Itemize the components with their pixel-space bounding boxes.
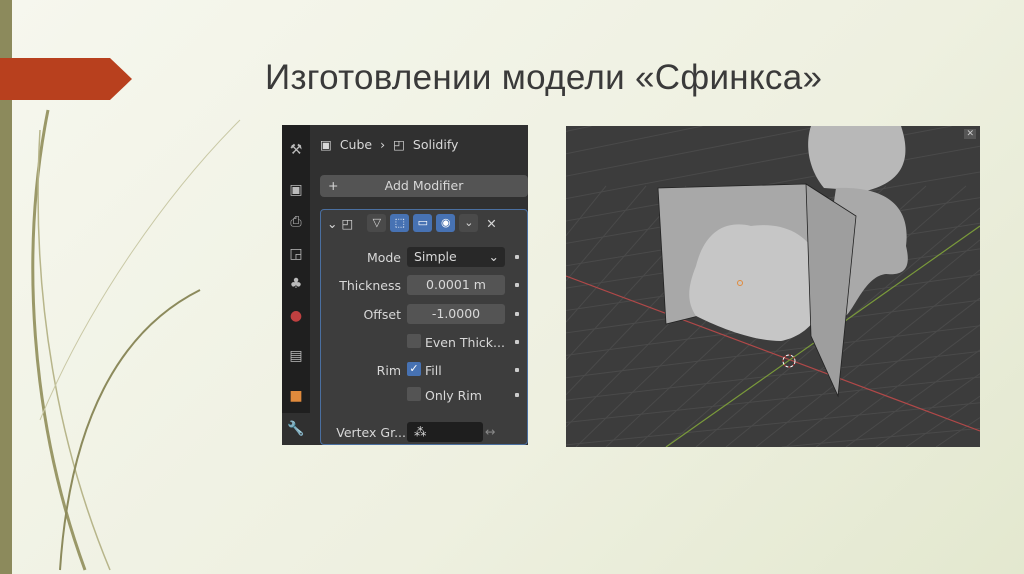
grid-line	[566, 350, 980, 401]
tool-tab-icon[interactable]: ⚒	[287, 141, 305, 159]
only-rim-label: Only Rim	[425, 388, 482, 403]
mode-row: Mode Simple ⌄	[321, 247, 527, 267]
sphinx-head	[689, 224, 825, 341]
viewport-display-icon[interactable]: ▭	[413, 214, 433, 232]
viewport-overlay-close-icon[interactable]: ✕	[964, 129, 976, 139]
edit-mode-icon[interactable]: ⬚	[390, 214, 410, 232]
blender-properties-panel: ⚒ ▣ ⎙ ◲ ♣ ● ▤ ■ 🔧 ▣ Cube › ◰ Solidify + A…	[282, 125, 528, 445]
mode-label: Mode	[366, 250, 401, 265]
render-camera-icon[interactable]: ◉	[436, 214, 456, 232]
solidify-icon: ◰	[393, 137, 405, 152]
keyframe-dot[interactable]	[515, 393, 519, 397]
keyframe-dot[interactable]	[515, 340, 519, 344]
solidify-icon: ◰	[341, 215, 354, 231]
modifier-header: ⌄ ◰ ▽ ⬚ ▭ ◉ ⌄ ✕	[327, 214, 497, 232]
grid-line	[566, 376, 980, 424]
add-modifier-label: Add Modifier	[384, 178, 464, 193]
sphinx-headdress	[808, 126, 906, 191]
page-title: Изготовлении модели «Сфинкса»	[265, 58, 823, 97]
grid-line	[566, 185, 607, 237]
mesh-object-icon: ▣	[320, 137, 332, 152]
breadcrumb-modifier: Solidify	[412, 137, 459, 152]
offset-field[interactable]: -1.0000	[407, 304, 505, 324]
mode-value: Simple	[414, 249, 457, 264]
invert-arrows-icon[interactable]: ↔	[485, 424, 495, 439]
offset-label: Offset	[363, 307, 401, 322]
grid-line	[566, 126, 703, 155]
world-tab-icon[interactable]: ●	[287, 307, 305, 325]
vertex-group-field[interactable]: ⁂	[407, 422, 483, 442]
fill-checkbox[interactable]: ✓	[407, 362, 421, 376]
only-rim-checkbox[interactable]	[407, 387, 421, 401]
keyframe-dot[interactable]	[515, 255, 519, 259]
edit-mode-cage-icon[interactable]: ▽	[367, 214, 387, 232]
render-tab-icon[interactable]: ▣	[287, 181, 305, 199]
grid-line	[905, 395, 980, 447]
output-tab-icon[interactable]: ⎙	[287, 213, 305, 231]
only-rim-row: Only Rim	[321, 385, 527, 405]
thickness-row: Thickness 0.0001 m	[321, 275, 527, 295]
even-thickness-label: Even Thick...	[425, 335, 505, 350]
dropdown-chevron-icon[interactable]: ⌄	[459, 214, 479, 232]
3d-viewport[interactable]: ✕	[566, 126, 980, 447]
vertex-group-label: Vertex Gr...	[336, 425, 406, 440]
solidify-modifier-box: ⌄ ◰ ▽ ⬚ ▭ ◉ ⌄ ✕ Mode Simple ⌄ Thickness 0…	[320, 209, 528, 445]
scene-tab-icon[interactable]: ♣	[287, 275, 305, 293]
offset-row: Offset -1.0000	[321, 304, 527, 324]
chevron-right-icon: ›	[380, 137, 386, 152]
viewport-scene	[566, 126, 980, 447]
breadcrumb: ▣ Cube › ◰ Solidify	[320, 137, 458, 152]
grid-line	[566, 126, 823, 177]
properties-tabs: ⚒ ▣ ⎙ ◲ ♣ ● ▤ ■ 🔧	[282, 125, 310, 445]
fill-label: Fill	[425, 363, 442, 378]
title-banner-arrow	[0, 58, 132, 100]
modifier-tab-icon[interactable]: 🔧	[282, 413, 310, 445]
plus-icon: +	[328, 178, 339, 193]
mode-select[interactable]: Simple ⌄	[407, 247, 505, 267]
thickness-field[interactable]: 0.0001 m	[407, 275, 505, 295]
chevron-down-icon: ⌄	[488, 249, 499, 264]
thickness-label: Thickness	[339, 278, 401, 293]
rim-fill-row: Rim ✓ Fill	[321, 360, 527, 380]
breadcrumb-object: Cube	[339, 137, 373, 152]
vertex-group-icon: ⁂	[414, 424, 427, 439]
object-tab-icon[interactable]: ■	[287, 387, 305, 405]
view-layer-tab-icon[interactable]: ◲	[287, 245, 305, 263]
keyframe-dot[interactable]	[515, 312, 519, 316]
keyframe-dot[interactable]	[515, 368, 519, 372]
close-icon[interactable]: ✕	[486, 216, 496, 231]
grid-line	[566, 185, 647, 282]
rim-label: Rim	[376, 363, 401, 378]
collection-tab-icon[interactable]: ▤	[287, 347, 305, 365]
even-thickness-checkbox[interactable]	[407, 334, 421, 348]
reference-plane-side	[805, 183, 857, 398]
even-thickness-row: Even Thick...	[321, 332, 527, 352]
keyframe-dot[interactable]	[515, 283, 519, 287]
vertex-group-row: Vertex Gr... ⁂ ↔	[321, 422, 527, 442]
grid-line	[566, 126, 592, 132]
add-modifier-button[interactable]: + Add Modifier	[320, 175, 528, 197]
collapse-chevron-icon[interactable]: ⌄	[327, 216, 337, 231]
grid-line	[875, 373, 980, 447]
